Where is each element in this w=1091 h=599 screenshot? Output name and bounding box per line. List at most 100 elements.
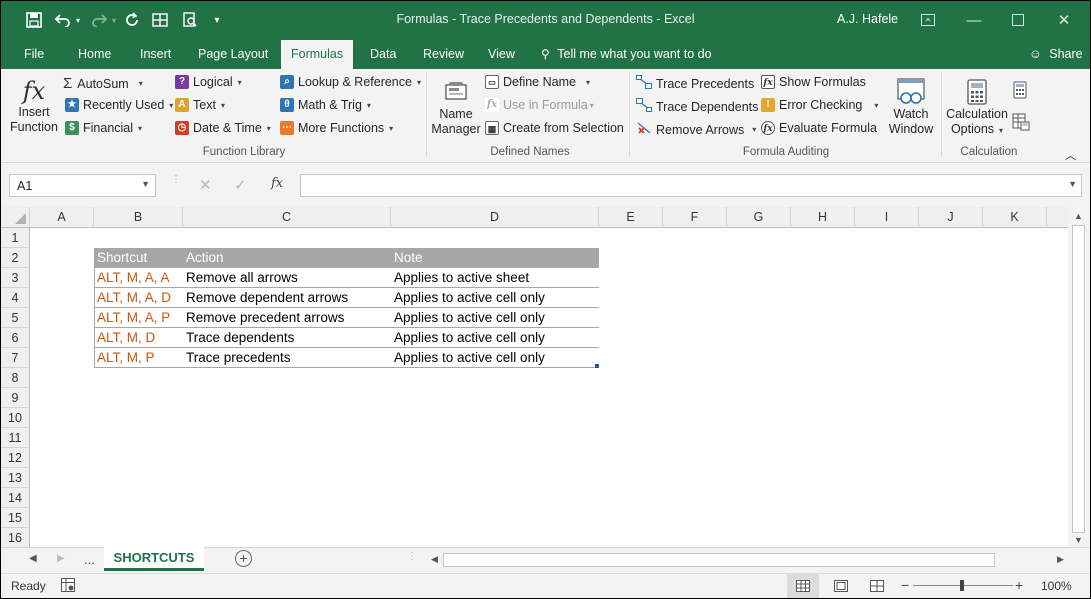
error-checking-button[interactable]: ! Error Checking ▾ [761,98,878,112]
table-cell-note[interactable]: Applies to active sheet [391,268,599,288]
column-header[interactable]: E [599,207,663,228]
table-cell-shortcut[interactable]: ALT, M, A, A [94,268,183,288]
date-time-button[interactable]: ◷ Date & Time ▾ [175,121,271,135]
column-header[interactable]: H [791,207,855,228]
row-header[interactable]: 5 [1,308,30,328]
table-cell-shortcut[interactable]: ALT, M, P [94,348,183,368]
tab-view[interactable]: View [488,47,515,61]
table-cell-shortcut[interactable]: ALT, M, D [94,328,183,348]
column-header[interactable]: K [983,207,1047,228]
column-header[interactable]: B [94,207,183,228]
tab-review[interactable]: Review [423,47,464,61]
row-header[interactable]: 8 [1,368,30,388]
ribbon-display-options-icon[interactable] [905,1,951,39]
use-in-formula-button[interactable]: fx Use in Formula ▾ [485,98,594,112]
scroll-sheets-left-icon[interactable]: ◀ [29,553,37,564]
row-header[interactable]: 1 [1,228,30,248]
financial-button[interactable]: $ Financial ▾ [65,121,142,135]
page-break-view-button[interactable] [863,574,891,598]
zoom-out-button[interactable]: − [901,577,909,593]
math-trig-button[interactable]: θ Math & Trig ▾ [280,98,371,112]
formula-input[interactable]: ▼ [300,174,1082,197]
scroll-sheets-right-icon[interactable]: ▶ [57,553,65,564]
calculation-options-button[interactable]: Calculation Options ▾ [945,77,1009,138]
table-header-cell[interactable]: Note [391,248,599,268]
table-header-cell[interactable]: Shortcut [94,248,183,268]
recently-used-button[interactable]: ★ Recently Used ▾ [65,98,173,112]
name-manager-button[interactable]: Name Manager [430,79,482,137]
scroll-right-icon[interactable]: ▶ [1057,554,1064,565]
column-header[interactable]: C [183,207,391,228]
row-header[interactable]: 9 [1,388,30,408]
autosum-button[interactable]: Σ AutoSum ▾ [63,75,143,92]
zoom-in-button[interactable]: + [1015,577,1023,593]
sheet-tab-shortcuts[interactable]: SHORTCUTS [104,547,204,571]
tab-data[interactable]: Data [370,47,396,61]
scroll-down-icon[interactable]: ▼ [1074,535,1083,545]
table-cell-action[interactable]: Remove dependent arrows [183,288,391,308]
row-header[interactable]: 4 [1,288,30,308]
logical-button[interactable]: ? Logical ▾ [175,75,242,89]
enter-check-icon[interactable]: ✓ [234,176,247,194]
expand-formula-bar-icon[interactable]: ▼ [1068,179,1077,189]
table-header-cell[interactable]: Action [183,248,391,268]
normal-view-button[interactable] [787,574,819,598]
share-button[interactable]: ☺ Share [1029,47,1083,61]
table-cell-note[interactable]: Applies to active cell only [391,328,599,348]
scroll-up-icon[interactable]: ▲ [1074,211,1083,221]
column-header[interactable]: A [30,207,94,228]
table-cell-shortcut[interactable]: ALT, M, A, P [94,308,183,328]
table-resize-handle[interactable] [595,364,599,368]
remove-arrows-button[interactable]: Remove Arrows ▾ [636,121,756,138]
column-header[interactable]: I [855,207,919,228]
row-header[interactable]: 16 [1,528,30,547]
create-from-selection-button[interactable]: ▦ Create from Selection [485,121,624,135]
collapse-ribbon-icon[interactable]: ︿ [1065,147,1076,163]
tab-page-layout[interactable]: Page Layout [198,47,268,61]
row-header[interactable]: 7 [1,348,30,368]
worksheet-grid[interactable]: A B C D E F G H I J K 1 2 3 4 5 6 7 8 9 … [1,207,1068,547]
macro-recording-icon[interactable] [61,578,75,595]
row-header[interactable]: 14 [1,488,30,508]
lookup-reference-button[interactable]: ⌕ Lookup & Reference ▾ [280,75,421,89]
row-header[interactable]: 13 [1,468,30,488]
row-header[interactable]: 2 [1,248,30,268]
evaluate-formula-button[interactable]: fx Evaluate Formula [761,121,877,135]
horizontal-scroll-thumb[interactable] [443,553,995,567]
tab-file[interactable]: File [24,47,44,61]
close-icon[interactable]: ✕ [1041,1,1087,39]
user-name[interactable]: A.J. Hafele [837,12,898,26]
tell-me-search[interactable]: ⚲ Tell me what you want to do [541,47,712,61]
vertical-scrollbar[interactable]: ▲ ▼ [1068,207,1090,547]
table-cell-note[interactable]: Applies to active cell only [391,288,599,308]
calculate-now-icon[interactable] [1013,81,1027,99]
chevron-down-icon[interactable]: ▼ [141,179,150,189]
show-formulas-button[interactable]: fx Show Formulas [761,75,866,89]
column-header[interactable]: G [727,207,791,228]
row-header[interactable]: 3 [1,268,30,288]
calculate-sheet-icon[interactable] [1012,113,1030,131]
new-sheet-icon[interactable]: + [235,550,252,567]
cancel-icon[interactable]: ✕ [199,176,212,194]
minimize-icon[interactable]: — [951,1,997,39]
text-button[interactable]: A Text ▾ [175,98,225,112]
zoom-slider[interactable] [913,580,1013,591]
column-header[interactable]: F [663,207,727,228]
insert-function-fx-icon[interactable]: fx [271,176,283,191]
table-cell-note[interactable]: Applies to active cell only [391,308,599,328]
row-header[interactable]: 10 [1,408,30,428]
row-header[interactable]: 15 [1,508,30,528]
column-header[interactable]: J [919,207,983,228]
table-cell-note[interactable]: Applies to active cell only [391,348,599,368]
zoom-slider-thumb[interactable] [960,580,964,591]
horizontal-scrollbar[interactable]: ◀ ▶ [427,552,1069,568]
define-name-button[interactable]: ▭ Define Name ▾ [485,75,590,89]
tab-home[interactable]: Home [78,47,111,61]
watch-window-button[interactable]: Watch Window [884,77,938,137]
insert-function-button[interactable]: fx Insert Function [7,77,61,135]
table-cell-action[interactable]: Trace precedents [183,348,391,368]
row-header[interactable]: 11 [1,428,30,448]
trace-dependents-button[interactable]: Trace Dependents [636,98,758,115]
page-layout-view-button[interactable] [827,574,855,598]
tab-insert[interactable]: Insert [140,47,171,61]
